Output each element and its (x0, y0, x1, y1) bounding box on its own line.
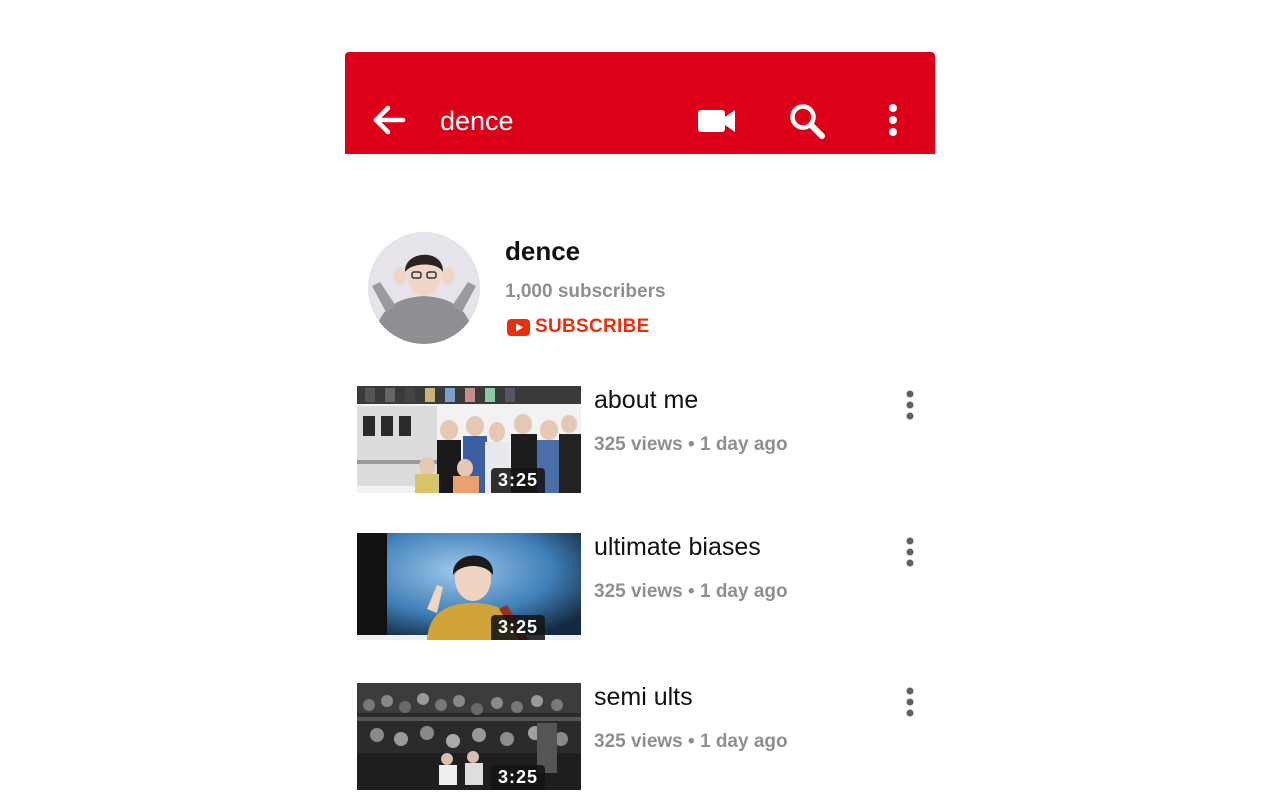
meta-separator: • (688, 581, 695, 602)
video-item: 3:25 ultimate biases 325 views • 1 day a… (345, 533, 935, 641)
view-count: 325 views (594, 731, 683, 752)
video-camera-icon[interactable] (697, 108, 737, 134)
video-thumbnail[interactable]: 3:25 (357, 533, 581, 640)
more-vert-icon[interactable] (881, 102, 905, 138)
video-meta: 325 views • 1 day ago (594, 433, 788, 457)
video-title[interactable]: semi ults (594, 681, 693, 713)
video-duration: 3:25 (490, 468, 545, 493)
subscribe-button[interactable]: SUBSCRIBE (507, 315, 650, 339)
video-item: 3:25 about me 325 views • 1 day ago (345, 386, 935, 494)
more-vert-icon[interactable] (901, 537, 919, 567)
video-thumbnail[interactable]: 3:25 (357, 683, 581, 790)
search-icon[interactable] (788, 102, 826, 140)
page-title: dence (440, 106, 514, 136)
more-vert-icon[interactable] (901, 390, 919, 420)
video-title[interactable]: ultimate biases (594, 531, 761, 563)
video-duration: 3:25 (490, 615, 545, 640)
thumbnail-image (357, 533, 581, 640)
upload-age: 1 day ago (699, 434, 788, 455)
meta-separator: • (688, 434, 695, 455)
youtube-channel-screen: dence dence 1,000 subscribers SUBSCRIBE … (345, 52, 935, 800)
thumbnail-image (357, 683, 581, 790)
channel-name: dence (505, 236, 581, 266)
video-thumbnail[interactable]: 3:25 (357, 386, 581, 493)
video-duration: 3:25 (490, 765, 545, 790)
back-arrow-icon[interactable] (371, 102, 407, 138)
thumbnail-image (357, 386, 581, 493)
upload-age: 1 day ago (699, 731, 788, 752)
upload-age: 1 day ago (699, 581, 788, 602)
video-meta: 325 views • 1 day ago (594, 730, 788, 754)
view-count: 325 views (594, 581, 683, 602)
view-count: 325 views (594, 434, 683, 455)
avatar-image (368, 232, 480, 344)
subscribe-label: SUBSCRIBE (535, 316, 650, 337)
video-item: 3:25 semi ults 325 views • 1 day ago (345, 683, 935, 791)
youtube-play-icon (507, 318, 530, 336)
meta-separator: • (688, 731, 695, 752)
channel-header: dence 1,000 subscribers SUBSCRIBE (345, 230, 935, 345)
avatar[interactable] (368, 232, 480, 344)
app-bar: dence (345, 52, 935, 154)
video-meta: 325 views • 1 day ago (594, 580, 788, 604)
more-vert-icon[interactable] (901, 687, 919, 717)
subscriber-count: 1,000 subscribers (505, 281, 666, 302)
video-title[interactable]: about me (594, 384, 698, 416)
